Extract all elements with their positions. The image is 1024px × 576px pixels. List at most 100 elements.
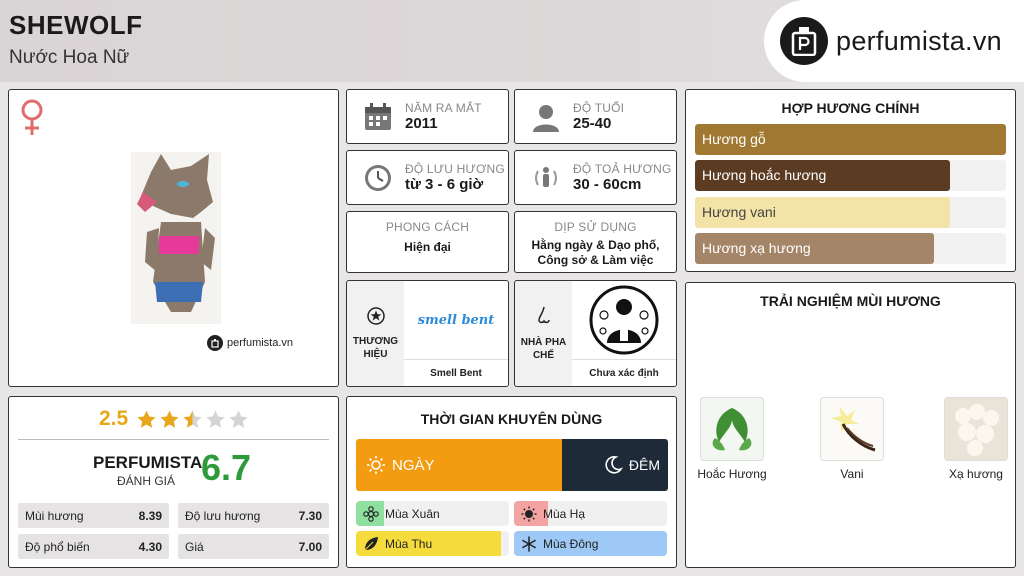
accord-name: Hương vani [702, 204, 776, 220]
community-rating: 2.5 [99, 407, 251, 431]
occasion-card: DỊP SỬ DỤNG Hằng ngày & Dạo phố, Công sở… [514, 211, 677, 273]
age-label: ĐỘ TUỔI [573, 101, 625, 115]
main-accords-title: HỢP HƯƠNG CHÍNH [781, 100, 920, 116]
accord-name: Hương xạ hương [702, 240, 811, 256]
perfumer-label: NHÀ PHA CHẾ [520, 336, 567, 361]
perfumer-card-body: Chưa xác định [572, 281, 676, 386]
brand-logo-text: smell bent [417, 312, 495, 328]
star-icon [205, 409, 226, 430]
release-year-card: NĂM RA MẮT 2011 [346, 89, 509, 144]
note-name: Hoắc Hương [697, 467, 767, 481]
score-sub-label: ĐÁNH GIÁ [117, 474, 176, 488]
rating-score: 2.5 [99, 407, 129, 430]
star-icon [228, 409, 249, 430]
score-brand-label: PERFUMISTA [93, 453, 203, 472]
metric-name: Độ lưu hương [185, 508, 261, 523]
product-image-card: perfumista.vn [8, 89, 339, 387]
perfumer-avatar [572, 281, 676, 359]
main-accords-card: HỢP HƯƠNG CHÍNH Hương gỗ Hương hoắc hương… [685, 89, 1016, 272]
season-name: Mùa Đông [543, 536, 599, 551]
season-name: Mùa Thu [385, 536, 433, 551]
moon-icon [603, 455, 623, 475]
day-segment: NGÀY [356, 439, 562, 491]
accord-bar: Hương hoắc hương [695, 160, 1006, 191]
accord-bar: Hương vani [695, 197, 1006, 228]
note-item[interactable]: Vani [816, 397, 888, 481]
season-0: Mùa Xuân [356, 501, 509, 526]
metric-value: 7.00 [298, 539, 322, 554]
night-label: ĐÊM [628, 457, 660, 473]
musk-icon [944, 397, 1008, 461]
divider [18, 439, 329, 440]
perfumista-score: PERFUMISTA ĐÁNH GIÁ 6.7 [93, 447, 273, 495]
snowflake-icon [520, 535, 538, 553]
sillage-label: ĐỘ TOẢ HƯƠNG [573, 162, 672, 176]
brand-card-body: smell bent Smell Bent [404, 281, 508, 386]
nose-icon [535, 306, 553, 330]
note-item[interactable]: Xạ hương [938, 397, 1014, 481]
female-symbol-icon [19, 98, 45, 143]
season-2: Mùa Thu [356, 531, 509, 556]
vanilla-flower-icon [820, 397, 884, 461]
season-1: Mùa Hạ [514, 501, 667, 526]
style-label: PHONG CÁCH [385, 220, 470, 234]
accord-bar: Hương xạ hương [695, 233, 1006, 264]
longevity-card: ĐỘ LƯU HƯƠNG từ 3 - 6 giờ [346, 150, 509, 205]
product-image [131, 152, 221, 324]
patchouli-leaf-icon [700, 397, 764, 461]
metric-popularity: Độ phổ biến 4.30 [18, 534, 169, 559]
metric-longevity: Độ lưu hương 7.30 [178, 503, 329, 528]
perfume-bottle-icon [207, 335, 223, 351]
longevity-label: ĐỘ LƯU HƯƠNG [405, 162, 505, 176]
sillage-value: 30 - 60cm [573, 176, 642, 193]
sun-icon [520, 505, 538, 523]
metric-price: Giá 7.00 [178, 534, 329, 559]
perfumer-card-side: NHÀ PHA CHẾ [515, 281, 572, 386]
header: SHEWOLF Nước Hoa Nữ perfumista.vn [0, 0, 1024, 82]
perfumer-name: Chưa xác định [572, 359, 676, 386]
metric-name: Giá [185, 539, 204, 554]
brand-name: Smell Bent [404, 359, 508, 386]
age-value: 25-40 [573, 115, 612, 132]
perfume-bottle-icon [780, 17, 828, 65]
style-value: Hiện đại [404, 240, 451, 254]
release-year-label: NĂM RA MẮT [405, 101, 482, 115]
metric-name: Độ phổ biến [25, 539, 90, 554]
note-name: Vani [840, 467, 864, 481]
occasion-value: Hằng ngày & Dạo phố, Công sở & Làm việc [531, 238, 660, 267]
night-segment: ĐÊM [561, 439, 668, 491]
metric-scent: Mùi hương 8.39 [18, 503, 169, 528]
note-name: Xạ hương [949, 467, 1003, 481]
day-label: NGÀY [392, 456, 435, 474]
season-content: Mùa Đông [514, 535, 598, 553]
star-icon [159, 409, 180, 430]
release-year-value: 2011 [405, 115, 438, 132]
accord-bar: Hương gỗ [695, 124, 1006, 155]
age-card: ĐỘ TUỔI 25-40 [514, 89, 677, 144]
day-night-bar: NGÀY ĐÊM [356, 439, 668, 491]
note-item[interactable]: Hoắc Hương [696, 397, 768, 481]
recommended-time-title: THỜI GIAN KHUYÊN DÙNG [420, 411, 603, 427]
rating-card: 2.5 PERFUMISTA ĐÁNH GIÁ 6.7 Mùi hương 8.… [8, 396, 339, 568]
recommended-time-card: THỜI GIAN KHUYÊN DÙNG NGÀY ĐÊM Mùa Xuân M… [346, 396, 677, 568]
star-rating[interactable] [136, 409, 251, 430]
clock-icon [361, 161, 395, 195]
brand-logo[interactable]: perfumista.vn [764, 0, 1024, 82]
brand-logo-image: smell bent [404, 281, 508, 359]
sun-icon [366, 455, 386, 475]
watermark: perfumista.vn [207, 335, 293, 351]
brand-logo-text: perfumista.vn [836, 25, 1002, 56]
metric-value: 8.39 [138, 508, 162, 523]
scent-experience-title: TRẢI NGHIỆM MÙI HƯƠNG [760, 293, 941, 309]
season-content: Mùa Xuân [356, 505, 440, 523]
person-icon [529, 100, 563, 134]
scent-experience-card: TRẢI NGHIỆM MÙI HƯƠNG Hoắc Hương Vani Xạ… [685, 282, 1016, 568]
season-content: Mùa Hạ [514, 505, 585, 523]
brand-label: THƯƠNG HIỆU [352, 335, 399, 360]
season-3: Mùa Đông [514, 531, 667, 556]
brand-card[interactable]: THƯƠNG HIỆU smell bent Smell Bent [346, 280, 509, 387]
accord-name: Hương gỗ [702, 131, 766, 147]
calendar-icon [361, 100, 395, 134]
metric-value: 4.30 [138, 539, 162, 554]
perfumer-card[interactable]: NHÀ PHA CHẾ Chưa xác định [514, 280, 677, 387]
